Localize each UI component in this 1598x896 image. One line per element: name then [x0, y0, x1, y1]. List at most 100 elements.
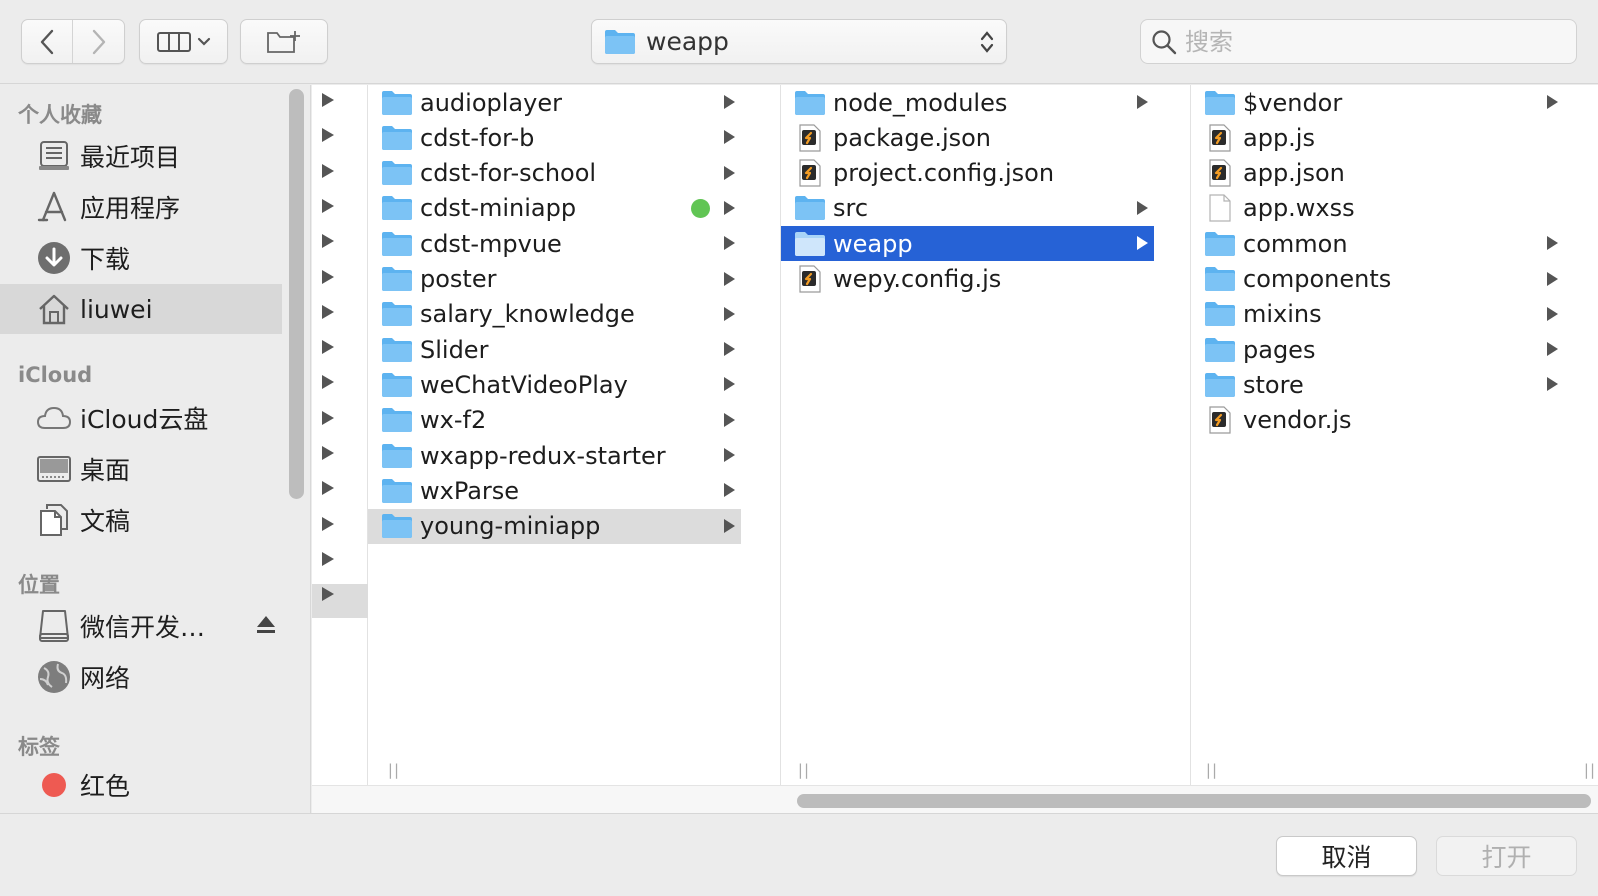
folder-row[interactable]: node_modules — [781, 85, 1154, 120]
item-name: store — [1243, 370, 1304, 399]
sidebar-item-desktop[interactable]: 桌面 — [0, 444, 282, 494]
item-name: wepy.config.js — [833, 265, 1002, 293]
folder-row[interactable]: wxParse — [368, 473, 741, 508]
folder-row[interactable]: wxapp-redux-starter — [368, 438, 741, 473]
disclosure-arrow-icon — [322, 234, 334, 249]
search-input[interactable] — [1185, 27, 1565, 56]
file-row[interactable]: app.wxss — [1191, 191, 1564, 226]
parent-column-selected-row — [312, 584, 368, 618]
sidebar-item-recents[interactable]: 最近项目 — [0, 131, 282, 181]
disclosure-arrow-icon — [724, 483, 735, 498]
folder-row[interactable]: components — [1191, 262, 1564, 297]
forward-button[interactable] — [73, 20, 124, 63]
item-name: app.json — [1243, 159, 1345, 188]
cloud-icon — [36, 400, 72, 436]
file-row[interactable]: vendor.js — [1191, 403, 1564, 438]
horizontal-scrollbar[interactable] — [312, 785, 1598, 813]
sidebar-scrollbar[interactable] — [289, 89, 304, 499]
folder-row[interactable]: cdst-miniapp — [368, 191, 741, 226]
file-row[interactable]: wepy.config.js — [781, 262, 1154, 297]
folder-row[interactable]: mixins — [1191, 297, 1564, 332]
file-row[interactable]: project.config.json — [781, 156, 1154, 191]
sidebar-item-icloud-drive[interactable]: iCloud云盘 — [0, 393, 282, 443]
column-resize-handle[interactable]: || — [798, 761, 810, 779]
column-resize-handle[interactable]: || — [1206, 761, 1218, 779]
item-name: wxParse — [420, 476, 520, 505]
item-name: app.js — [1243, 123, 1315, 152]
folder-icon — [380, 511, 414, 541]
cancel-button[interactable]: 取消 — [1276, 836, 1417, 876]
view-mode-button[interactable] — [139, 19, 228, 64]
folder-row[interactable]: store — [1191, 367, 1564, 402]
folder-icon — [380, 299, 414, 329]
folder-row[interactable]: $vendor — [1191, 85, 1564, 120]
item-name: poster — [420, 265, 497, 293]
sidebar-item-home[interactable]: liuwei — [0, 284, 282, 334]
sidebar-item-documents[interactable]: 文稿 — [0, 495, 282, 545]
folder-row[interactable]: audioplayer — [368, 85, 741, 120]
disclosure-arrow-icon — [322, 587, 334, 602]
item-name: cdst-for-school — [420, 159, 597, 188]
folder-row[interactable]: cdst-mpvue — [368, 226, 741, 261]
folder-icon — [380, 476, 414, 506]
horizontal-scrollbar-thumb[interactable] — [797, 794, 1591, 808]
path-popup-button[interactable]: weapp — [591, 19, 1007, 64]
folder-row[interactable]: wx-f2 — [368, 403, 741, 438]
new-folder-button[interactable] — [240, 19, 328, 64]
item-name: vendor.js — [1243, 406, 1352, 435]
file-row[interactable]: package.json — [781, 120, 1154, 155]
column-2[interactable]: || node_modules package.json project.confi… — [781, 85, 1191, 785]
folder-icon — [380, 88, 414, 118]
new-folder-icon — [267, 30, 300, 53]
folder-row[interactable]: poster — [368, 262, 741, 297]
column-3[interactable]: || || $vendor app.js app.json app.wxss commo… — [1191, 85, 1598, 785]
file-row[interactable]: app.json — [1191, 156, 1564, 191]
sidebar-item-disk[interactable]: 微信开发… — [0, 601, 282, 651]
item-name: Slider — [420, 335, 489, 364]
folder-icon — [380, 193, 414, 223]
disclosure-arrow-icon — [724, 412, 735, 427]
eject-icon[interactable] — [256, 614, 276, 636]
folder-row[interactable]: common — [1191, 226, 1564, 261]
folder-row[interactable]: src — [781, 191, 1154, 226]
folder-icon — [380, 158, 414, 188]
folder-row[interactable]: Slider — [368, 332, 741, 367]
red-tag-dot-icon — [36, 767, 72, 803]
folder-icon — [1203, 88, 1237, 118]
disclosure-arrow-icon — [724, 200, 735, 215]
parent-column[interactable] — [312, 85, 368, 785]
folder-row[interactable]: cdst-for-school — [368, 156, 741, 191]
home-icon — [36, 291, 72, 327]
folder-icon — [605, 29, 635, 54]
folder-row[interactable]: salary_knowledge — [368, 297, 741, 332]
column-resize-handle[interactable]: || — [388, 761, 400, 779]
search-icon — [1152, 29, 1177, 54]
sidebar-item-label: 最近项目 — [80, 143, 181, 172]
file-row[interactable]: app.js — [1191, 120, 1564, 155]
sidebar-item-label: 微信开发… — [80, 613, 206, 642]
sidebar-item-label: 文稿 — [80, 507, 131, 536]
folder-row[interactable]: cdst-for-b — [368, 120, 741, 155]
folder-row[interactable]: pages — [1191, 332, 1564, 367]
toolbar: weapp — [0, 0, 1598, 84]
disk-icon — [36, 608, 72, 644]
sublime-file-icon — [1203, 405, 1237, 435]
column-resize-handle[interactable]: || — [1584, 761, 1596, 779]
recents-icon — [36, 138, 72, 174]
folder-icon — [1203, 370, 1237, 400]
sidebar-item-network[interactable]: 网络 — [0, 652, 282, 702]
back-button[interactable] — [22, 20, 74, 63]
sidebar-item-applications[interactable]: 应用程序 — [0, 182, 282, 232]
folder-icon — [793, 229, 827, 259]
folder-row[interactable]: weChatVideoPlay — [368, 367, 741, 402]
folder-row[interactable]: weapp — [781, 226, 1154, 262]
open-button[interactable]: 打开 — [1436, 836, 1577, 876]
sidebar-item-tag-red[interactable]: 红色 — [0, 760, 282, 810]
disclosure-arrow-icon — [1547, 95, 1558, 109]
folder-row[interactable]: young-miniapp — [368, 508, 741, 544]
item-name: wxapp-redux-starter — [420, 441, 666, 470]
column-1[interactable]: || audioplayer cdst-for-b cdst-for-school c… — [368, 85, 781, 785]
sidebar-item-downloads[interactable]: 下载 — [0, 233, 282, 283]
item-name: weapp — [833, 229, 913, 258]
folder-icon — [793, 193, 827, 223]
